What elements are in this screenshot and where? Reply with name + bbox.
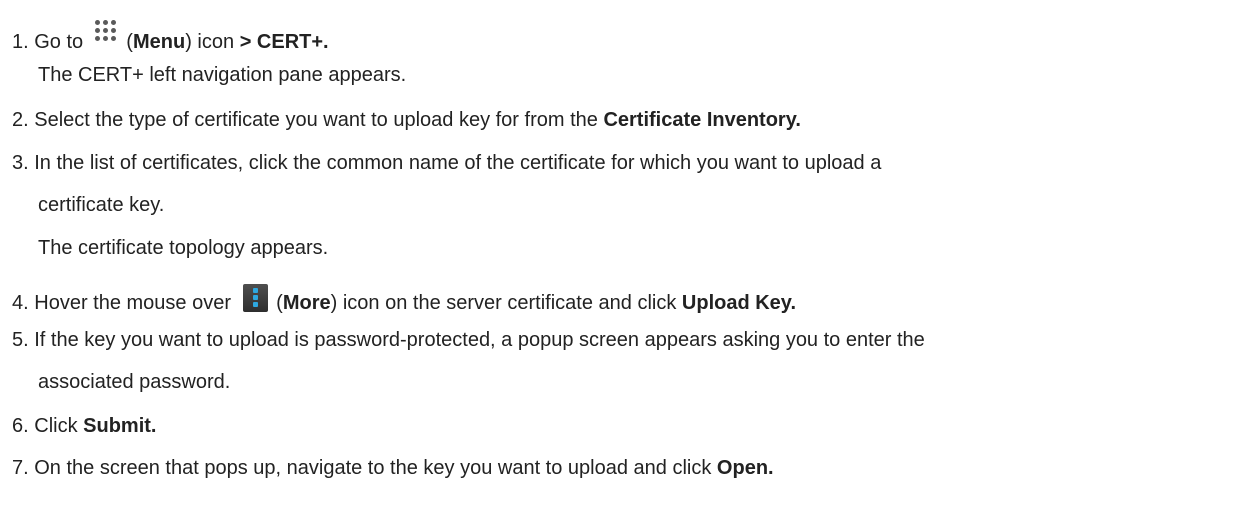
step-7: 7. On the screen that pops up, navigate … [12,456,774,480]
step-1-number: 1. [12,31,29,53]
step-1-bold: > CERT+. [239,31,329,53]
step-7-number: 7. [12,457,29,479]
step-3-line-1: In the list of certificates, click the c… [34,152,882,174]
step-1-menu-label: Menu [132,31,186,53]
step-5-number: 5. [12,329,29,351]
step-2: 2. Select the type of certificate you wa… [12,108,801,132]
step-7-text: On the screen that pops up, navigate to … [34,457,712,479]
step-6: 6. Click Submit. [12,414,157,438]
grid-menu-icon [93,20,119,42]
step-4-text-a: Hover the mouse over [34,292,232,314]
step-5: 5. If the key you want to upload is pass… [12,328,925,352]
step-1-paren-close: ) [185,31,192,53]
step-6-bold: Submit. [83,415,157,437]
instruction-document: 1. Go to (Menu) icon > CERT+. The CERT+ … [0,0,1236,523]
step-7-bold: Open. [716,457,774,479]
step-2-text: Select the type of certificate you want … [34,109,598,131]
step-1-note: The CERT+ left navigation pane appears. [38,64,407,86]
step-1-text-b: icon [197,31,235,53]
vertical-ellipsis-icon [242,284,268,312]
step-4-bold: Upload Key. [681,292,796,314]
step-4-text-b: icon on the server certificate and click [342,292,677,314]
step-3-line-2: certificate key. [38,194,165,216]
step-1: 1. Go to (Menu) icon > CERT+. [12,20,329,54]
step-4-number: 4. [12,292,29,314]
step-4-more-label: More [282,292,331,314]
step-3-number: 3. [12,152,29,174]
step-6-number: 6. [12,415,29,437]
step-4: 4. Hover the mouse over (More) icon on t… [12,284,796,315]
step-2-bold: Certificate Inventory. [603,109,801,131]
step-4-paren-open: ( [276,292,283,314]
step-5-line-2: associated password. [38,371,231,393]
step-4-paren-close: ) [330,292,338,314]
step-5-line-1: If the key you want to upload is passwor… [34,329,925,351]
step-2-number: 2. [12,109,29,131]
step-6-text: Click [34,415,78,437]
step-3: 3. In the list of certificates, click th… [12,151,881,175]
step-1-paren-open: ( [126,31,133,53]
step-1-text-a: Go to [34,31,84,53]
step-3-note: The certificate topology appears. [38,237,329,259]
